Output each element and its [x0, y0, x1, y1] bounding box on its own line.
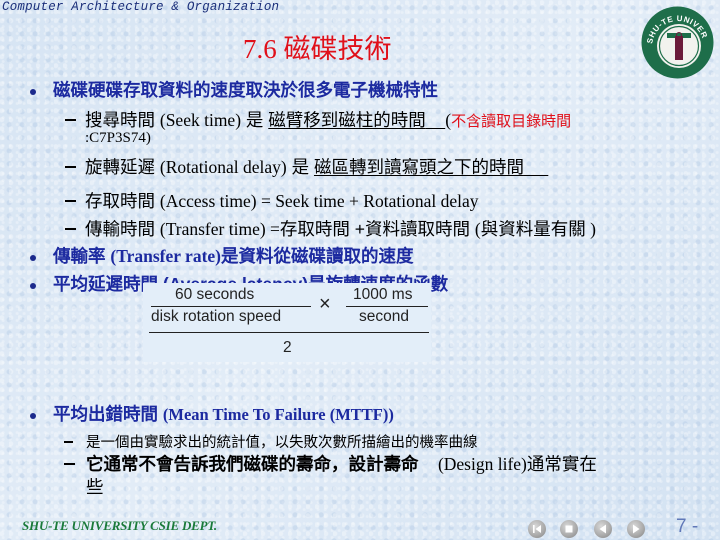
next-slide-button[interactable]	[627, 520, 645, 538]
bullet-icon	[30, 255, 36, 261]
formula-numerator-1: 60 seconds	[175, 286, 255, 303]
slide-title: 7.6 磁碟技術	[243, 34, 392, 64]
dash-icon	[65, 228, 76, 230]
dash-icon	[64, 463, 75, 465]
triangle-left-icon	[599, 524, 606, 534]
access-term: 存取時間	[85, 191, 155, 211]
multiply-sign: ×	[319, 293, 331, 315]
design-life-continued: 些	[86, 477, 104, 497]
triangle-right-icon	[633, 524, 640, 534]
item-rotational-delay: 旋轉延遲 (Rotational delay) 是 磁區轉到讀寫頭之下的時間	[85, 154, 548, 179]
mttf-item-statistic: 是一個由實驗求出的統計值，以失敗次數所描繪出的機率曲線	[86, 435, 478, 451]
bullet-icon	[30, 413, 36, 419]
rot-definition: 磁區轉到讀寫頭之下的時間	[313, 157, 524, 177]
page-number: 7 -	[676, 516, 699, 537]
formula-denominator-1: disk rotation speed	[151, 308, 282, 325]
transfer-rate-term: 傳輸率	[53, 246, 106, 266]
bullet-icon	[30, 89, 36, 95]
seek-note: 不含讀取目錄時間	[451, 113, 572, 130]
design-life-rest: 通常實在	[526, 454, 597, 474]
course-header: Computer Architecture & Organization	[2, 0, 280, 14]
main-fraction-line	[149, 332, 429, 334]
skip-back-icon	[533, 525, 541, 533]
transfer-note: (與資料量有關 )	[474, 219, 596, 239]
university-logo: SHU-TE UNIVERSITY	[638, 0, 714, 79]
transfer-rest: 存取時間 +資料讀取時間	[279, 219, 470, 239]
item-access-time: 存取時間 (Access time) = Seek time + Rotatio…	[85, 188, 478, 213]
latency-formula: 60 seconds disk rotation speed × 1000 ms…	[143, 283, 431, 362]
dash-icon	[65, 166, 76, 168]
dash-icon	[64, 441, 73, 443]
seek-en: (Seek time)	[159, 110, 242, 130]
previous-slide-button[interactable]	[594, 520, 612, 538]
rot-is: 是	[291, 157, 310, 177]
dash-icon	[65, 200, 76, 202]
end-show-button[interactable]	[560, 520, 578, 538]
item-seek-time: 搜尋時間 (Seek time) 是 磁臂移到磁柱的時間 (不含讀取目錄時間	[85, 107, 571, 132]
mttf-term: 平均出錯時間	[53, 404, 158, 424]
seek-note-continued: :C7P3S74)	[85, 130, 151, 146]
seek-definition: 磁臂移到磁柱的時間	[268, 110, 426, 130]
transfer-term: 傳輸時間	[85, 219, 155, 239]
rot-term: 旋轉延遲	[85, 157, 155, 177]
rot-en: (Rotational delay)	[159, 157, 287, 177]
bullet-icon	[30, 283, 36, 289]
mttf-item-design-life: 它通常不會告訴我們磁碟的壽命，設計壽命 (Design life)通常實在	[86, 451, 597, 476]
design-life-en: (Design life)	[437, 454, 527, 474]
first-slide-button[interactable]	[528, 520, 546, 538]
access-en: (Access time) = Seek time + Rotational d…	[159, 191, 479, 211]
formula-divisor: 2	[283, 339, 292, 356]
seek-term: 搜尋時間	[85, 110, 155, 130]
seek-is: 是	[245, 110, 264, 130]
transfer-en: (Transfer time) =	[159, 219, 280, 239]
stop-icon	[565, 525, 573, 533]
transfer-rate-en: (Transfer rate)	[110, 246, 221, 266]
formula-numerator-2: 1000 ms	[353, 286, 413, 303]
bullet-transfer-rate: 傳輸率 (Transfer rate)是資料從磁碟讀取的速度	[53, 243, 414, 268]
item-transfer-time: 傳輸時間 (Transfer time) =存取時間 +資料讀取時間 (與資料量…	[85, 216, 596, 241]
bullet-disk-speed: 磁碟硬碟存取資料的速度取決於很多電子機械特性	[53, 80, 438, 100]
transfer-rate-rest: 是資料從磁碟讀取的速度	[221, 246, 414, 266]
formula-denominator-2: second	[359, 308, 409, 325]
mttf-en: (Mean Time To Failure (MTTF))	[162, 405, 394, 424]
footer-department: SHU-TE UNIVERSITY CSIE DEPT.	[22, 518, 217, 533]
dash-icon	[65, 119, 76, 121]
bullet-mttf: 平均出錯時間 (Mean Time To Failure (MTTF))	[53, 401, 394, 426]
design-life-text: 它通常不會告訴我們磁碟的壽命，設計壽命	[86, 454, 419, 474]
